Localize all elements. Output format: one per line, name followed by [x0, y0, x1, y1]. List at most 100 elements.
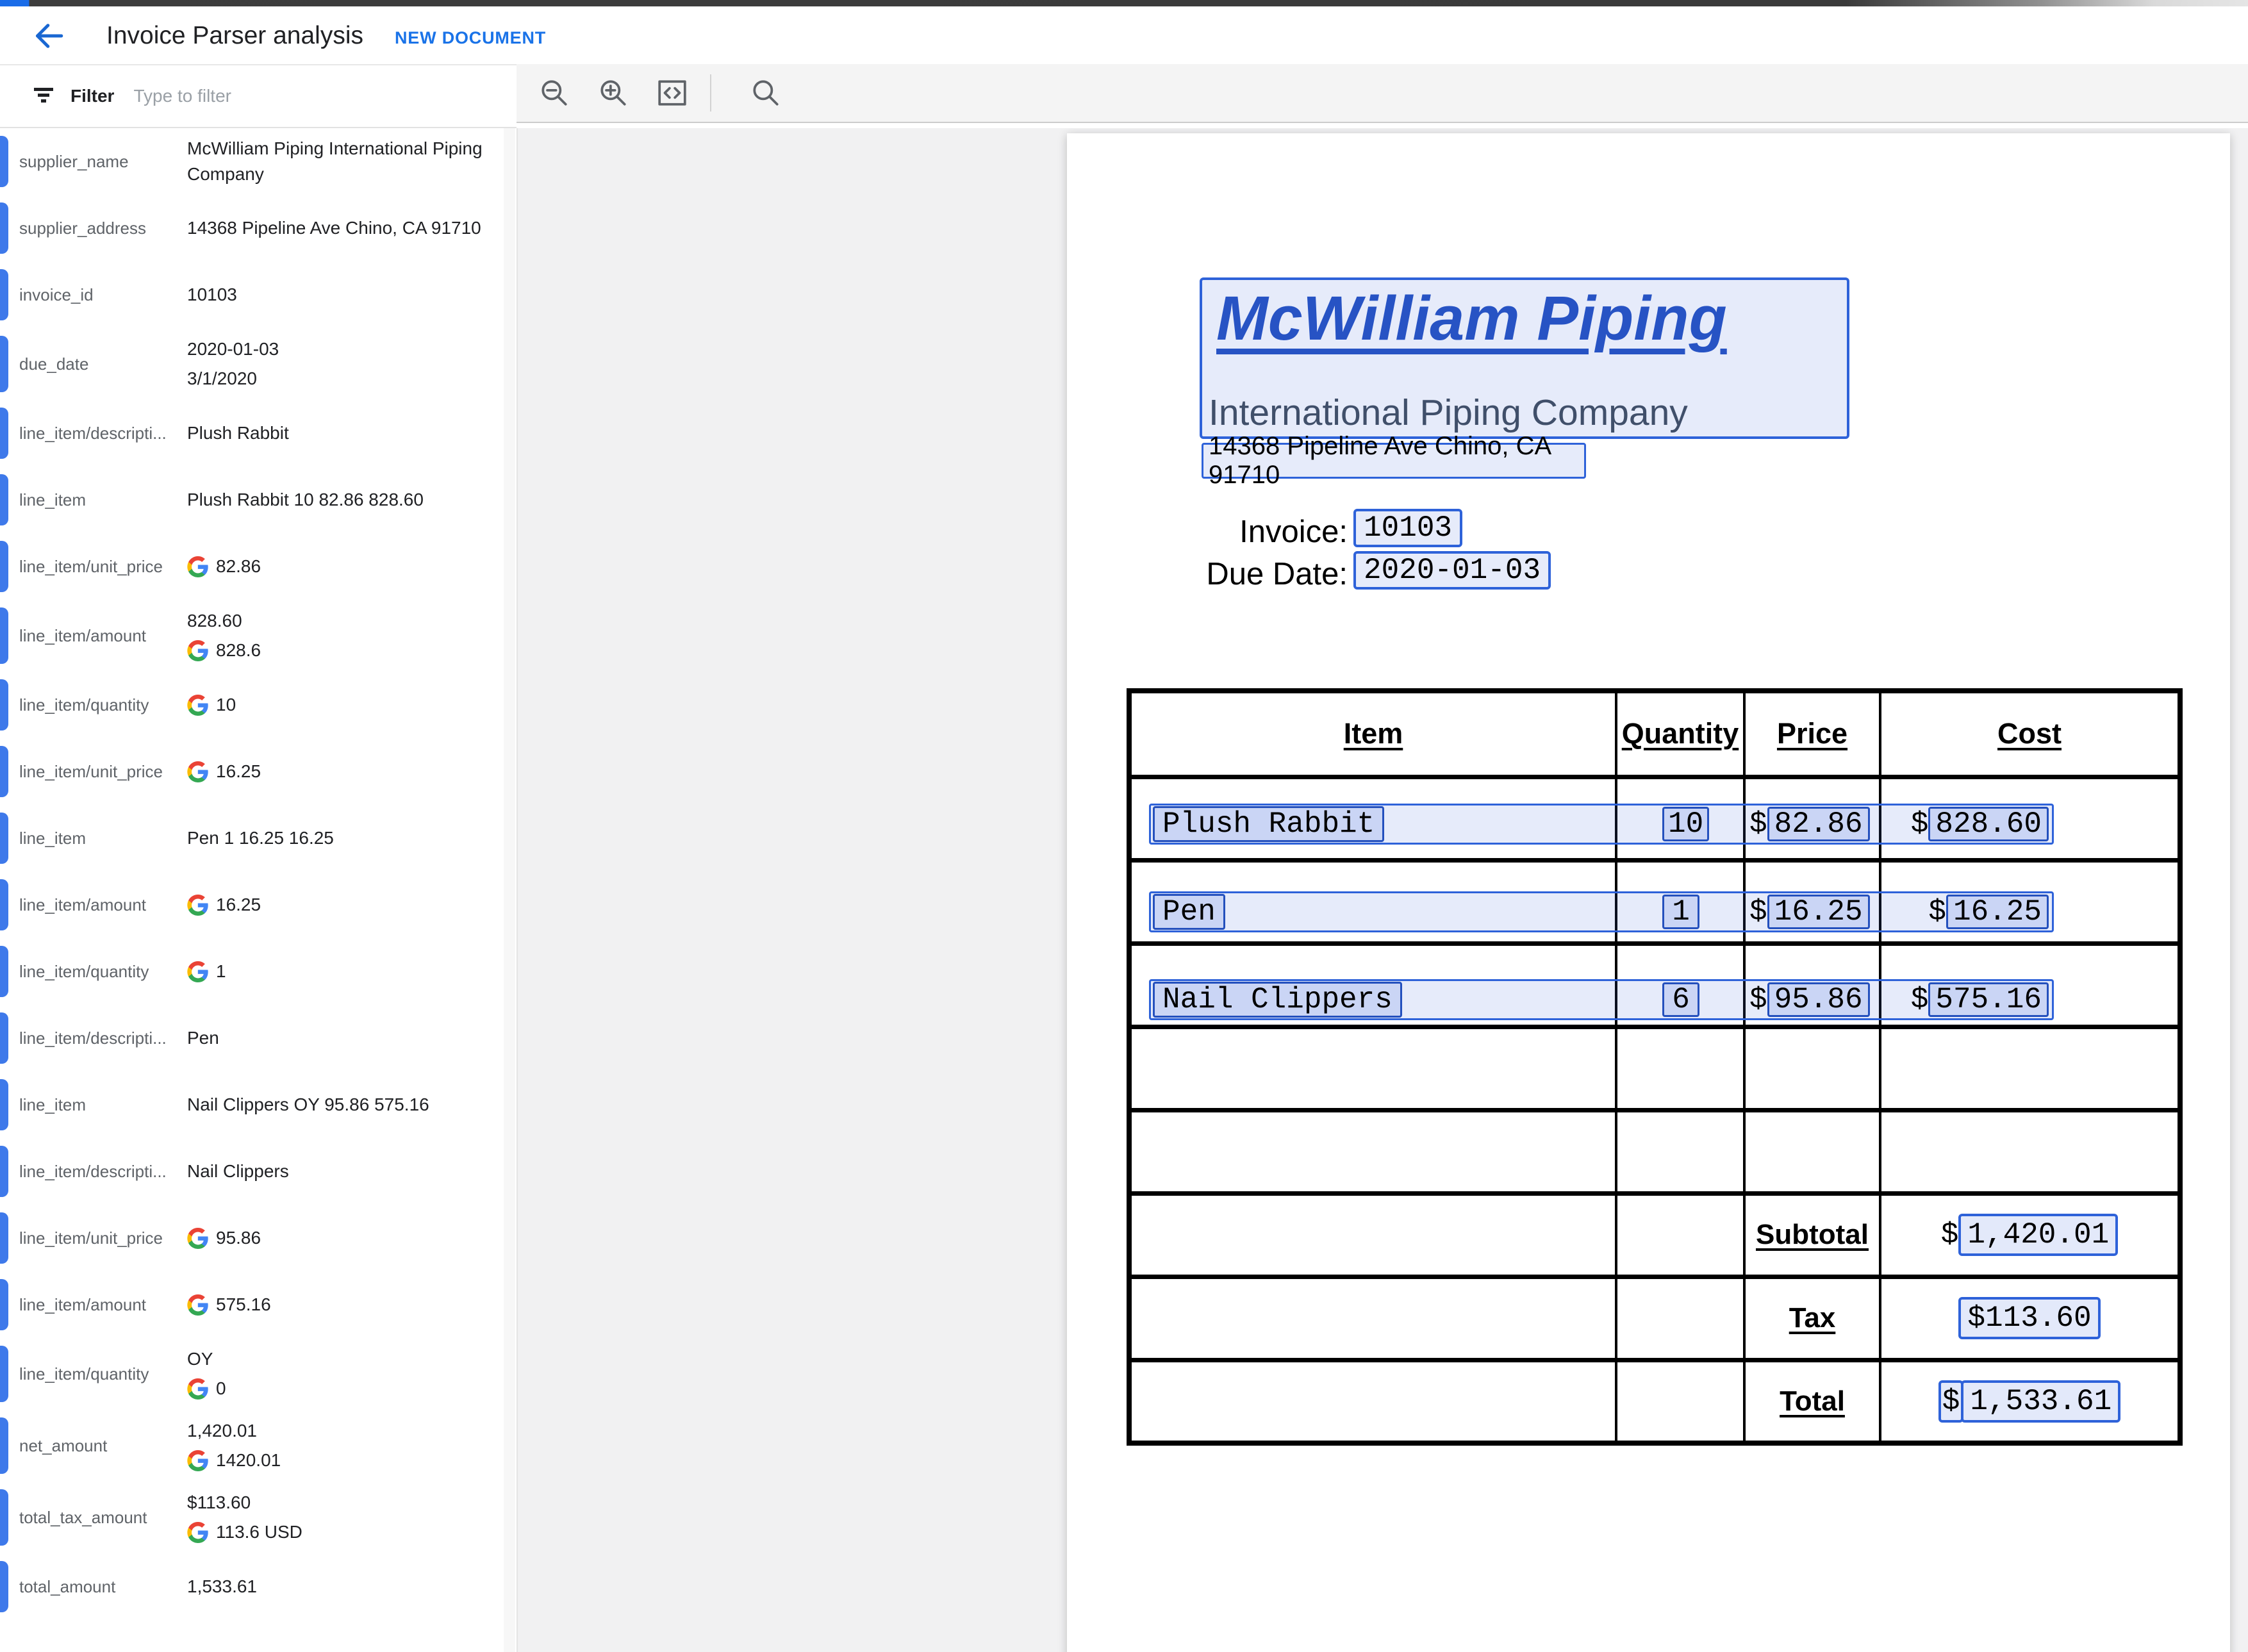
currency-sign: $	[1941, 1218, 1959, 1251]
field-accent-bar	[0, 879, 8, 930]
field-accent-bar	[0, 607, 8, 664]
due-date-highlight[interactable]: 2020-01-03	[1353, 551, 1551, 590]
google-g-icon	[187, 1522, 208, 1543]
field-row-unit-price[interactable]: line_item/unit_price95.86	[0, 1205, 517, 1271]
field-label: line_item/descripti...	[19, 1027, 181, 1049]
item-description-highlight[interactable]: Nail Clippers	[1153, 982, 1402, 1018]
quantity-highlight[interactable]: 6	[1662, 982, 1699, 1017]
field-row-net-amount[interactable]: net_amount1,420.011420.01	[0, 1410, 517, 1482]
filter-icon	[31, 82, 56, 111]
field-value: Nail Clippers OY 95.86 575.16	[187, 1090, 517, 1119]
quantity-highlight[interactable]: 10	[1662, 807, 1709, 841]
field-row-quantity[interactable]: line_item/quantity OY0	[0, 1338, 517, 1410]
field-row-line-item-description[interactable]: line_item/descripti...Pen	[0, 1005, 517, 1071]
tax-label: Tax	[1746, 1302, 1879, 1334]
currency-sign: $	[1749, 807, 1767, 841]
field-row-amount[interactable]: line_item/amount575.16	[0, 1271, 517, 1338]
window-chrome-strip	[0, 0, 2248, 6]
zoom-out-button[interactable]	[533, 72, 575, 114]
col-header-price: Price	[1746, 717, 1879, 750]
field-label: line_item/quantity	[19, 1363, 181, 1385]
field-row-amount[interactable]: line_item/amount828.60828.6	[0, 600, 517, 672]
field-accent-bar	[0, 1079, 8, 1130]
field-row-supplier-address[interactable]: supplier_address14368 Pipeline Ave Chino…	[0, 195, 517, 261]
field-row-unit-price[interactable]: line_item/unit_price16.25	[0, 738, 517, 805]
subtotal-highlight[interactable]: 1,420.01	[1958, 1214, 2118, 1256]
amount-highlight[interactable]: 16.25	[1946, 895, 2049, 929]
currency-sign: $	[1749, 895, 1767, 929]
filter-bar: Filter	[0, 65, 517, 128]
sidebar-scrollbar-track[interactable]	[504, 128, 515, 1652]
amount-highlight[interactable]: 828.60	[1928, 807, 2049, 841]
field-label: line_item	[19, 827, 181, 849]
unit-price-highlight[interactable]: 82.86	[1767, 807, 1870, 841]
field-row-line-item[interactable]: line_item Pen 1 16.25 16.25	[0, 805, 517, 871]
field-row-invoice-id[interactable]: invoice_id10103	[0, 261, 517, 328]
currency-sign: $	[1911, 807, 1929, 841]
line-item-highlight-band[interactable]: Pen 1 $16.25 $16.25	[1149, 891, 2054, 932]
search-button[interactable]	[745, 72, 787, 114]
filter-input[interactable]	[132, 85, 404, 107]
supplier-address-highlight[interactable]: 14368 Pipeline Ave Chino, CA 91710	[1202, 443, 1586, 479]
field-row-total-amount[interactable]: total_amount1,533.61	[0, 1553, 517, 1620]
code-view-button[interactable]	[651, 72, 693, 114]
supplier-address-text: 14368 Pipeline Ave Chino, CA 91710	[1209, 432, 1584, 490]
field-value: McWilliam Piping International Piping Co…	[187, 136, 517, 187]
viewer-toolbar	[517, 64, 2248, 123]
field-value: 828.60828.6	[187, 606, 517, 665]
table-row-empty	[1129, 1110, 2180, 1193]
field-value: $113.60113.6 USD	[187, 1488, 517, 1547]
app-header: Invoice Parser analysis NEW DOCUMENT	[0, 6, 2248, 65]
field-value: OY0	[187, 1344, 517, 1403]
field-label: line_item/unit_price	[19, 556, 181, 577]
field-row-unit-price[interactable]: line_item/unit_price82.86	[0, 533, 517, 600]
field-row-total-tax-amount[interactable]: total_tax_amount$113.60113.6 USD	[0, 1482, 517, 1553]
quantity-highlight[interactable]: 1	[1662, 895, 1699, 929]
field-row-line-item-description[interactable]: line_item/descripti...Plush Rabbit	[0, 400, 517, 467]
google-g-icon	[187, 556, 208, 577]
field-row-line-item[interactable]: line_itemNail Clippers OY 95.86 575.16	[0, 1071, 517, 1138]
unit-price-highlight[interactable]: 95.86	[1767, 982, 1870, 1017]
field-row-supplier-name[interactable]: supplier_nameMcWilliam Piping Internatio…	[0, 128, 517, 195]
tax-highlight[interactable]: $113.60	[1958, 1297, 2100, 1339]
field-value: Pen 1 16.25 16.25	[187, 823, 517, 853]
amount-highlight[interactable]: 575.16	[1928, 982, 2049, 1017]
document-viewer: McWilliam Piping International Piping Co…	[518, 128, 2248, 1652]
field-accent-bar	[0, 1146, 8, 1197]
field-label: total_amount	[19, 1576, 181, 1598]
item-description-highlight[interactable]: Plush Rabbit	[1153, 806, 1384, 842]
due-date-label: Due Date:	[1067, 555, 1348, 593]
field-label: invoice_id	[19, 284, 181, 306]
field-accent-bar	[0, 946, 8, 997]
line-item-highlight-band[interactable]: Nail Clippers 6 $95.86 $575.16	[1149, 979, 2054, 1020]
unit-price-highlight[interactable]: 16.25	[1767, 895, 1870, 929]
zoom-in-button[interactable]	[592, 72, 634, 114]
field-accent-bar	[0, 1012, 8, 1064]
field-accent-bar	[0, 1279, 8, 1330]
field-accent-bar	[0, 813, 8, 864]
line-item-highlight-band[interactable]: Plush Rabbit 10 $82.86 $828.60	[1149, 804, 2054, 845]
subtotal-label: Subtotal	[1746, 1219, 1879, 1251]
field-row-due-date[interactable]: due_date2020-01-033/1/2020	[0, 328, 517, 400]
item-description-highlight[interactable]: Pen	[1153, 894, 1225, 930]
google-g-icon	[187, 895, 208, 916]
google-g-icon	[187, 961, 208, 982]
field-accent-bar	[0, 746, 8, 797]
field-row-amount[interactable]: line_item/amount16.25	[0, 871, 517, 938]
field-row-quantity[interactable]: line_item/quantity1	[0, 938, 517, 1005]
total-highlight[interactable]: 1,533.61	[1961, 1380, 2120, 1423]
field-label: line_item/descripti...	[19, 422, 181, 444]
field-row-line-item-description[interactable]: line_item/descripti...Nail Clippers	[0, 1138, 517, 1205]
field-row-quantity[interactable]: line_item/quantity10	[0, 672, 517, 738]
back-arrow-icon[interactable]	[31, 18, 67, 54]
new-document-button[interactable]: NEW DOCUMENT	[395, 28, 546, 48]
field-accent-bar	[0, 269, 8, 320]
currency-sign: $	[1749, 983, 1767, 1016]
filter-label: Filter	[70, 86, 114, 106]
field-row-line-item[interactable]: line_itemPlush Rabbit 10 82.86 828.60	[0, 467, 517, 533]
field-accent-bar	[0, 202, 8, 254]
supplier-name-highlight[interactable]: McWilliam Piping International Piping Co…	[1200, 277, 1849, 439]
currency-sign-highlight[interactable]: $	[1938, 1380, 1964, 1423]
invoice-id-highlight[interactable]: 10103	[1353, 509, 1462, 547]
total-label: Total	[1746, 1385, 1879, 1417]
